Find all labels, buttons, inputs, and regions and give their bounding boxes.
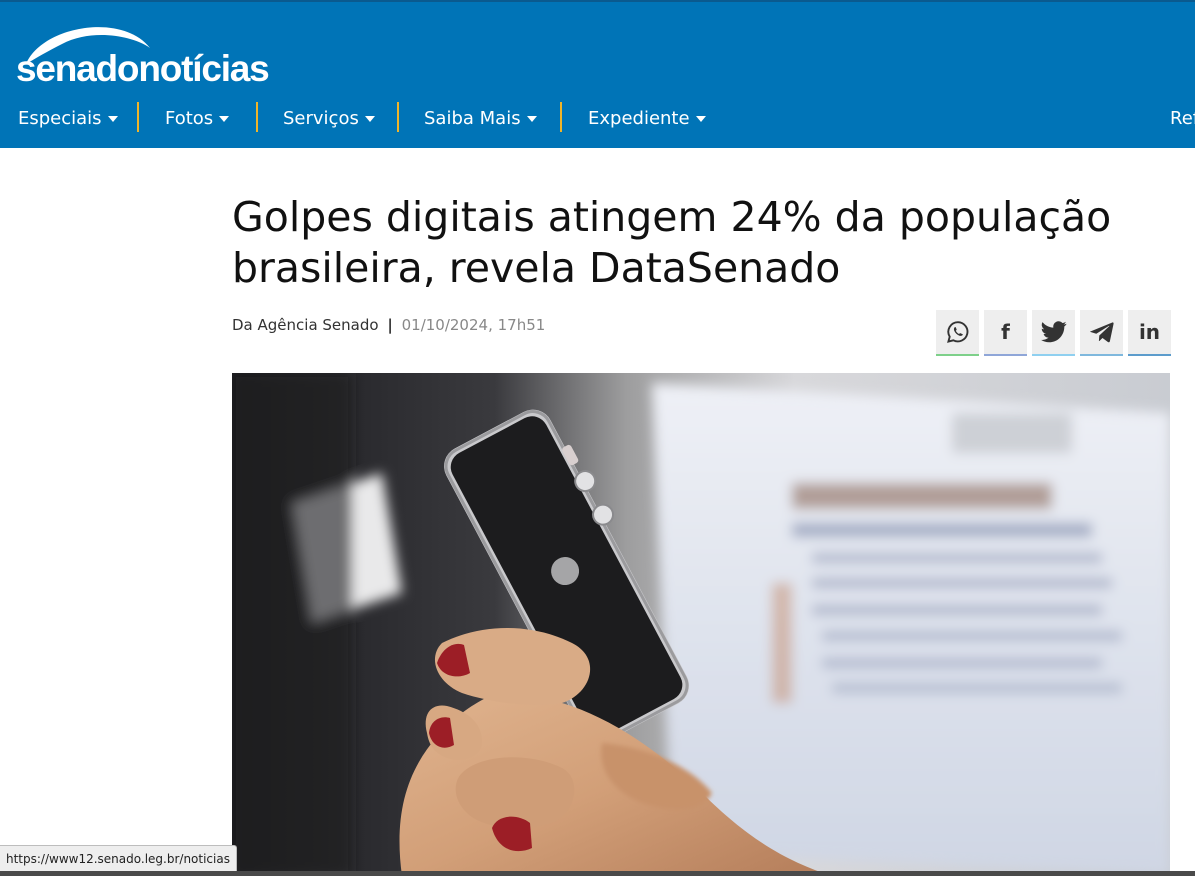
share-facebook-button[interactable]: f <box>984 310 1027 356</box>
nav-separator <box>256 102 258 132</box>
nav-item-expediente[interactable]: Expediente <box>588 100 706 136</box>
site-header: senadonotícias Especiais Fotos Serviços … <box>0 0 1195 148</box>
caret-down-icon <box>695 116 706 122</box>
nav-item-cut-off[interactable]: Ref <box>1170 100 1195 136</box>
phone-in-hand-photo <box>232 373 1170 876</box>
nav-separator <box>397 102 399 132</box>
article-date: 01/10/2024, 17h51 <box>401 316 546 334</box>
article-title: Golpes digitais atingem 24% da população… <box>232 193 1112 292</box>
logo-wordmark: senadonotícias <box>16 48 270 90</box>
article-photo <box>232 373 1170 876</box>
share-twitter-button[interactable] <box>1032 310 1075 356</box>
browser-status-url: https://www12.senado.leg.br/noticias <box>0 845 237 872</box>
facebook-icon: f <box>1001 320 1010 344</box>
byline-separator: | <box>387 316 393 334</box>
nav-separator <box>560 102 562 132</box>
logo-part-noticias: notícias <box>138 48 269 89</box>
nav-item-label: Saiba Mais <box>424 107 521 129</box>
window-bottom-edge <box>0 871 1195 876</box>
twitter-icon <box>1040 321 1067 343</box>
nav-item-fotos[interactable]: Fotos <box>165 100 230 136</box>
caret-down-icon <box>364 116 375 122</box>
site-logo[interactable]: senadonotícias <box>16 18 306 90</box>
share-buttons: f in <box>936 310 1171 358</box>
whatsapp-icon <box>946 321 968 343</box>
linkedin-icon: in <box>1138 320 1161 344</box>
share-linkedin-button[interactable]: in <box>1128 310 1171 356</box>
share-whatsapp-button[interactable] <box>936 310 979 356</box>
share-telegram-button[interactable] <box>1080 310 1123 356</box>
article-byline: Da Agência Senado | 01/10/2024, 17h51 <box>232 316 545 334</box>
logo-part-senado: senado <box>16 48 140 89</box>
caret-down-icon <box>219 116 230 122</box>
telegram-icon <box>1089 322 1114 343</box>
nav-separator <box>137 102 139 132</box>
nav-item-label: Especiais <box>18 107 102 129</box>
caret-down-icon <box>526 116 537 122</box>
nav-item-saiba-mais[interactable]: Saiba Mais <box>424 100 537 136</box>
main-nav: Especiais Fotos Serviços Saiba Mais Expe… <box>0 100 1195 136</box>
nav-item-label: Fotos <box>165 107 214 129</box>
nav-item-label: Serviços <box>283 107 359 129</box>
nav-item-especiais[interactable]: Especiais <box>18 100 118 136</box>
nav-item-label: Expediente <box>588 107 690 129</box>
caret-down-icon <box>107 116 118 122</box>
article-source[interactable]: Da Agência Senado <box>232 316 379 334</box>
nav-item-servicos[interactable]: Serviços <box>283 100 375 136</box>
